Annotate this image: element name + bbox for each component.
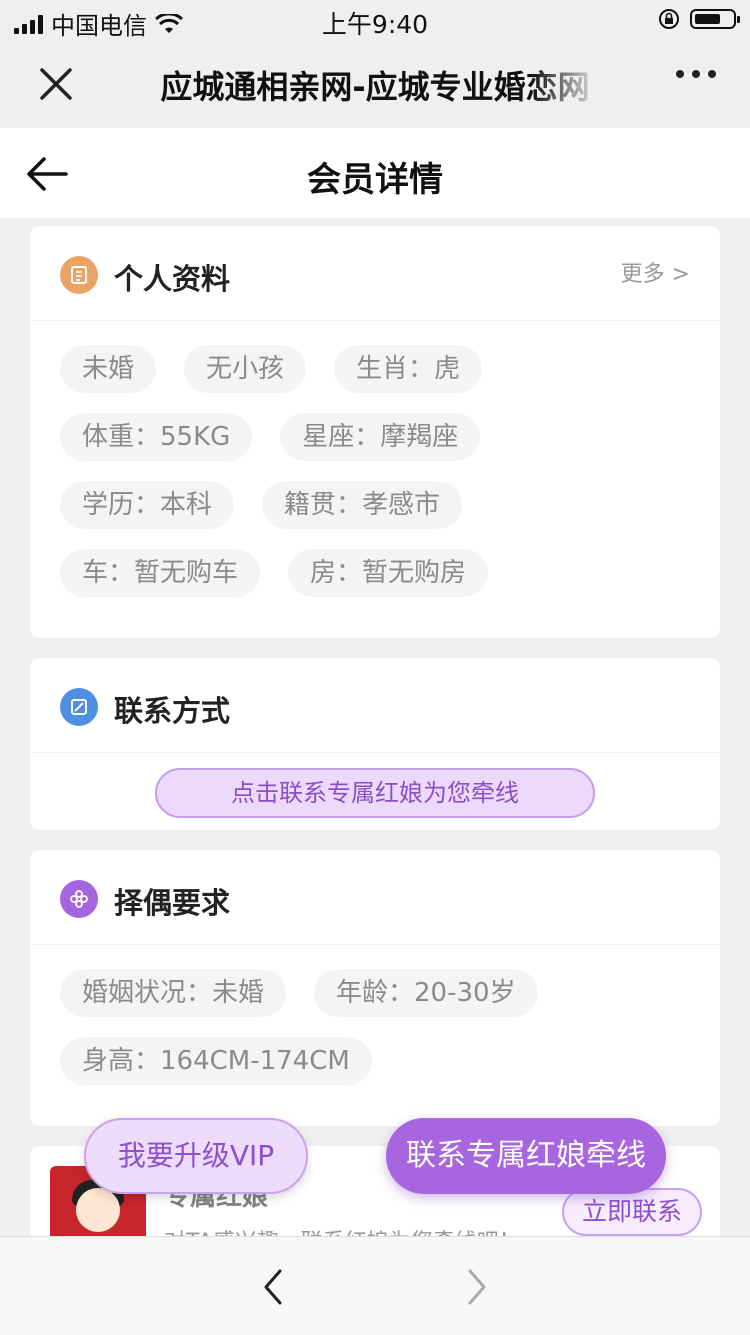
nav-title: 会员详情 [307,160,443,200]
profile-tag: 未婚 [60,345,157,393]
profile-tag: 体重：55KG [60,413,253,461]
contact-matchmaker-button[interactable]: 点击联系专属红娘为您牵线 [155,768,595,818]
contact-icon [60,688,98,726]
profile-card: 个人资料 更多 > 未婚 无小孩 生肖：虎 体重：55KG 星座：摩羯座 学历：… [30,226,720,638]
profile-tag: 籍贯：孝感市 [262,481,463,529]
clock: 上午9:40 [321,10,429,39]
requirement-tag: 婚姻状况：未婚 [60,969,287,1017]
browser-title-bar: 应城通相亲网-应城专业婚恋网 [0,40,750,128]
profile-tag: 学历：本科 [60,481,235,529]
requirements-card: 择偶要求 婚姻状况：未婚 年龄：20-30岁 身高：164CM-174CM [30,850,720,1126]
page-title: 应城通相亲网-应城专业婚恋网 [160,68,590,106]
nav-bar: 会员详情 [0,128,750,218]
contact-title: 联系方式 [114,694,231,728]
upgrade-vip-button[interactable]: 我要升级VIP [84,1118,308,1194]
profile-tag: 星座：摩羯座 [280,413,481,461]
battery-icon [690,9,740,29]
bottom-toolbar [0,1236,750,1335]
browser-back-icon[interactable] [258,1267,288,1307]
profile-tag: 生肖：虎 [334,345,483,393]
profile-tags: 未婚 无小孩 生肖：虎 体重：55KG 星座：摩羯座 学历：本科 籍贯：孝感市 … [30,321,720,617]
requirements-icon [60,880,98,918]
profile-tag: 房：暂无购房 [288,549,489,597]
requirement-tag: 身高：164CM-174CM [60,1037,372,1085]
profile-icon [60,256,98,294]
profile-tag: 无小孩 [184,345,307,393]
profile-tag: 车：暂无购车 [60,549,261,597]
browser-forward-icon[interactable] [462,1267,492,1307]
requirement-tag: 年龄：20-30岁 [314,969,538,1017]
contact-card: 联系方式 点击联系专属红娘为您牵线 [30,658,720,830]
contact-now-button[interactable]: 立即联系 [562,1188,702,1236]
status-bar: 中国电信 上午9:40 [0,0,750,40]
requirements-title: 择偶要求 [114,886,231,920]
requirements-tags: 婚姻状况：未婚 年龄：20-30岁 身高：164CM-174CM [30,945,720,1105]
rotation-lock-icon [659,9,679,29]
more-icon[interactable] [676,70,716,78]
close-icon[interactable] [34,62,78,106]
contact-matchmaker-float-button[interactable]: 联系专属红娘牵线 [386,1118,666,1194]
profile-title: 个人资料 [114,262,231,296]
more-link[interactable]: 更多 > [621,256,690,288]
